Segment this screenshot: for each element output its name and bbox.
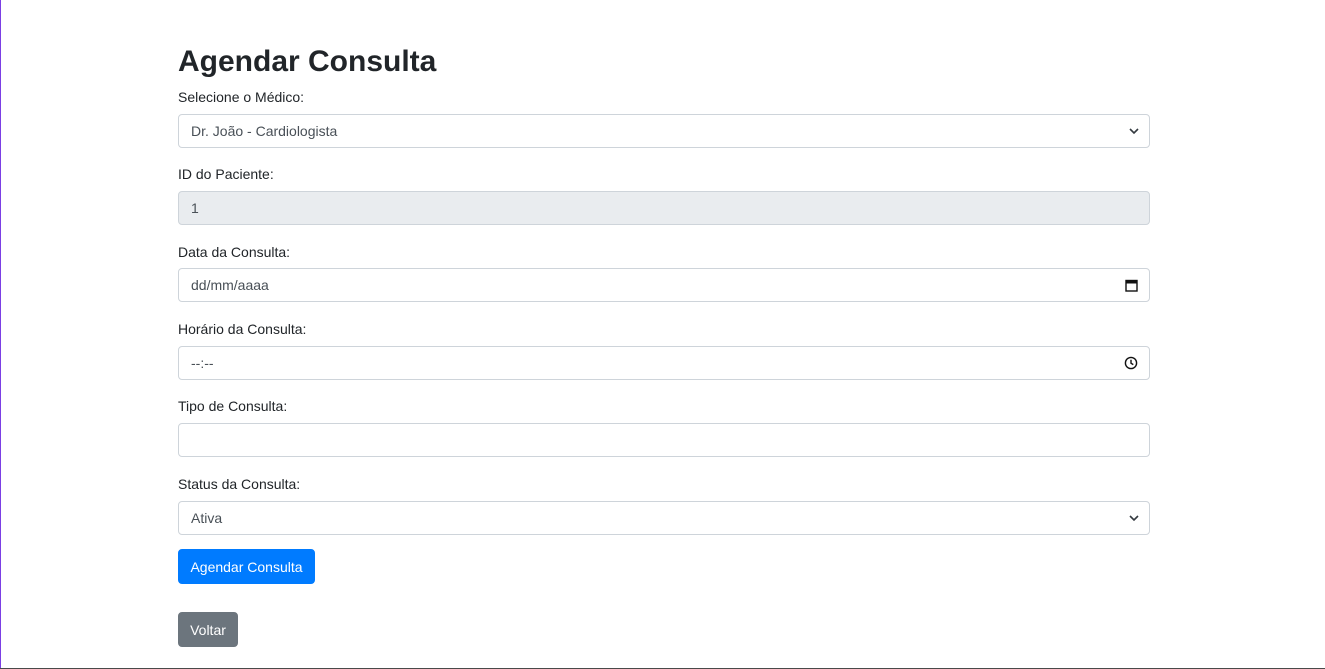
patient-id-label: ID do Paciente: bbox=[178, 166, 274, 182]
date-label: Data da Consulta: bbox=[178, 244, 291, 260]
time-input[interactable]: --:-- bbox=[178, 346, 1150, 380]
doctor-label: Selecione o Médico: bbox=[178, 89, 305, 105]
status-select-value: Ativa bbox=[191, 510, 223, 526]
time-label: Horário da Consulta: bbox=[178, 321, 307, 337]
schedule-appointment-button[interactable]: Agendar Consulta bbox=[178, 549, 315, 584]
time-input-placeholder: --:-- bbox=[191, 355, 214, 371]
patient-id-value: 1 bbox=[191, 200, 199, 216]
doctor-select-value: Dr. João - Cardiologista bbox=[191, 123, 338, 139]
date-input[interactable]: dd/mm/aaaa bbox=[178, 268, 1150, 302]
type-input[interactable] bbox=[178, 423, 1150, 457]
chevron-down-icon bbox=[1127, 124, 1141, 138]
status-select[interactable]: Ativa bbox=[178, 501, 1150, 535]
window-left-edge bbox=[0, 0, 1, 669]
type-label: Tipo de Consulta: bbox=[178, 398, 288, 414]
chevron-down-icon bbox=[1127, 511, 1141, 525]
patient-id-field: 1 bbox=[178, 191, 1150, 225]
doctor-select[interactable]: Dr. João - Cardiologista bbox=[178, 114, 1150, 148]
date-input-placeholder: dd/mm/aaaa bbox=[191, 277, 269, 293]
calendar-icon[interactable] bbox=[1123, 277, 1139, 293]
status-label: Status da Consulta: bbox=[178, 476, 301, 492]
clock-icon[interactable] bbox=[1123, 355, 1139, 371]
back-button[interactable]: Voltar bbox=[178, 612, 238, 647]
page-title: Agendar Consulta bbox=[178, 45, 437, 78]
